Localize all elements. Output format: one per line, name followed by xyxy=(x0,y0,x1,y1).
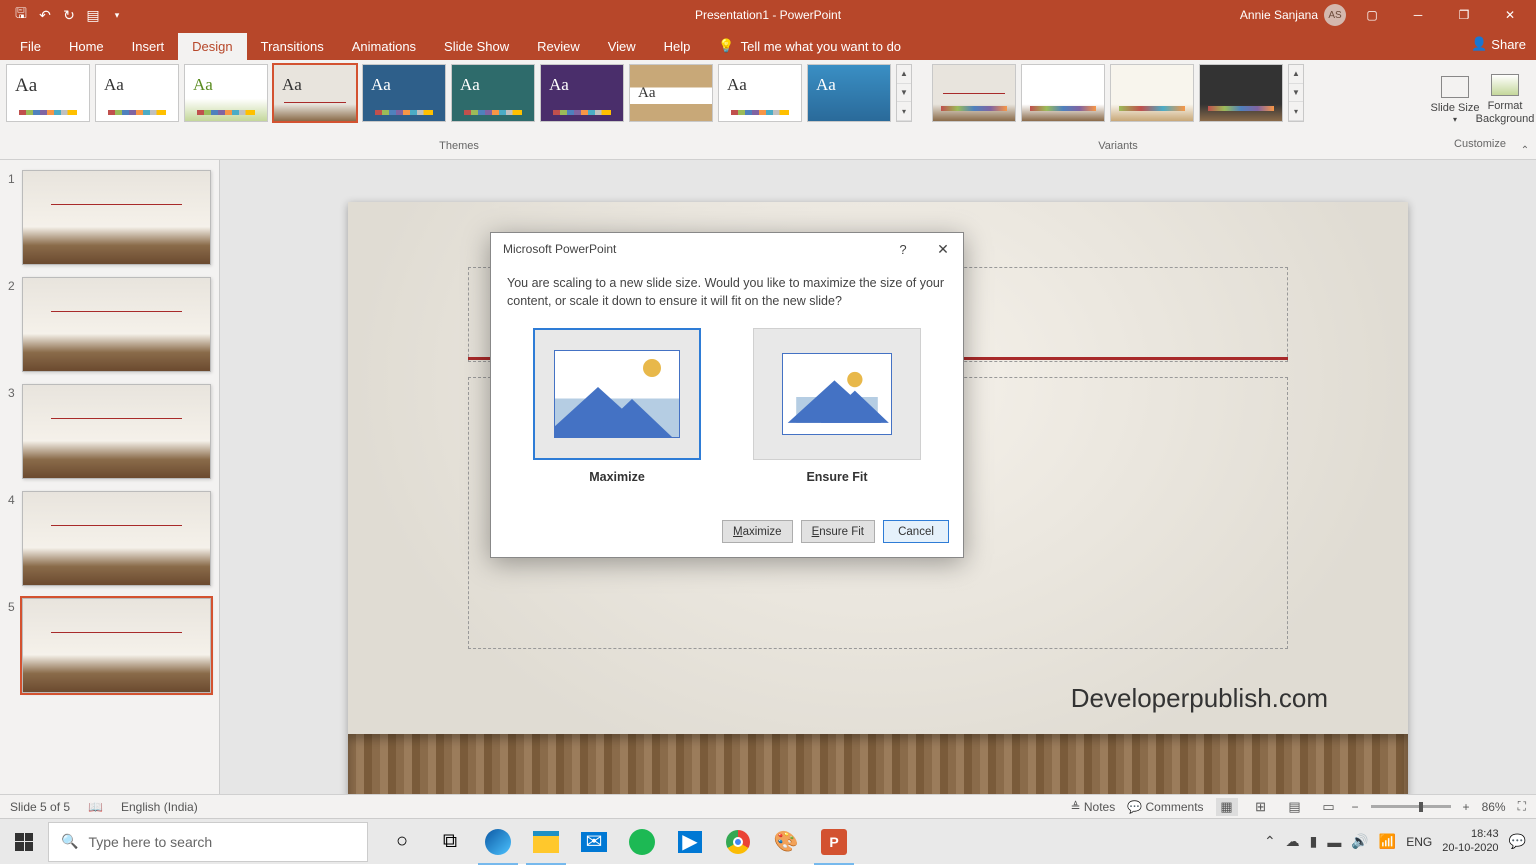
dialog-overlay: Microsoft PowerPoint ? ✕ You are scaling… xyxy=(0,0,1536,864)
dialog-message: You are scaling to a new slide size. Wou… xyxy=(507,275,947,310)
maximize-button[interactable]: Maximize xyxy=(722,520,793,543)
cancel-button[interactable]: Cancel xyxy=(883,520,949,543)
dialog-help-icon[interactable]: ? xyxy=(883,233,923,265)
ensure-fit-button[interactable]: Ensure Fit xyxy=(801,520,875,543)
dialog-title-bar[interactable]: Microsoft PowerPoint ? ✕ xyxy=(491,233,963,265)
option-maximize[interactable]: Maximize xyxy=(533,328,701,484)
dialog-close-icon[interactable]: ✕ xyxy=(923,233,963,265)
option-maximize-label: Maximize xyxy=(533,470,701,484)
slide-size-dialog: Microsoft PowerPoint ? ✕ You are scaling… xyxy=(490,232,964,558)
dialog-title: Microsoft PowerPoint xyxy=(503,242,616,256)
option-ensure-fit-label: Ensure Fit xyxy=(753,470,921,484)
option-ensure-fit[interactable]: Ensure Fit xyxy=(753,328,921,484)
